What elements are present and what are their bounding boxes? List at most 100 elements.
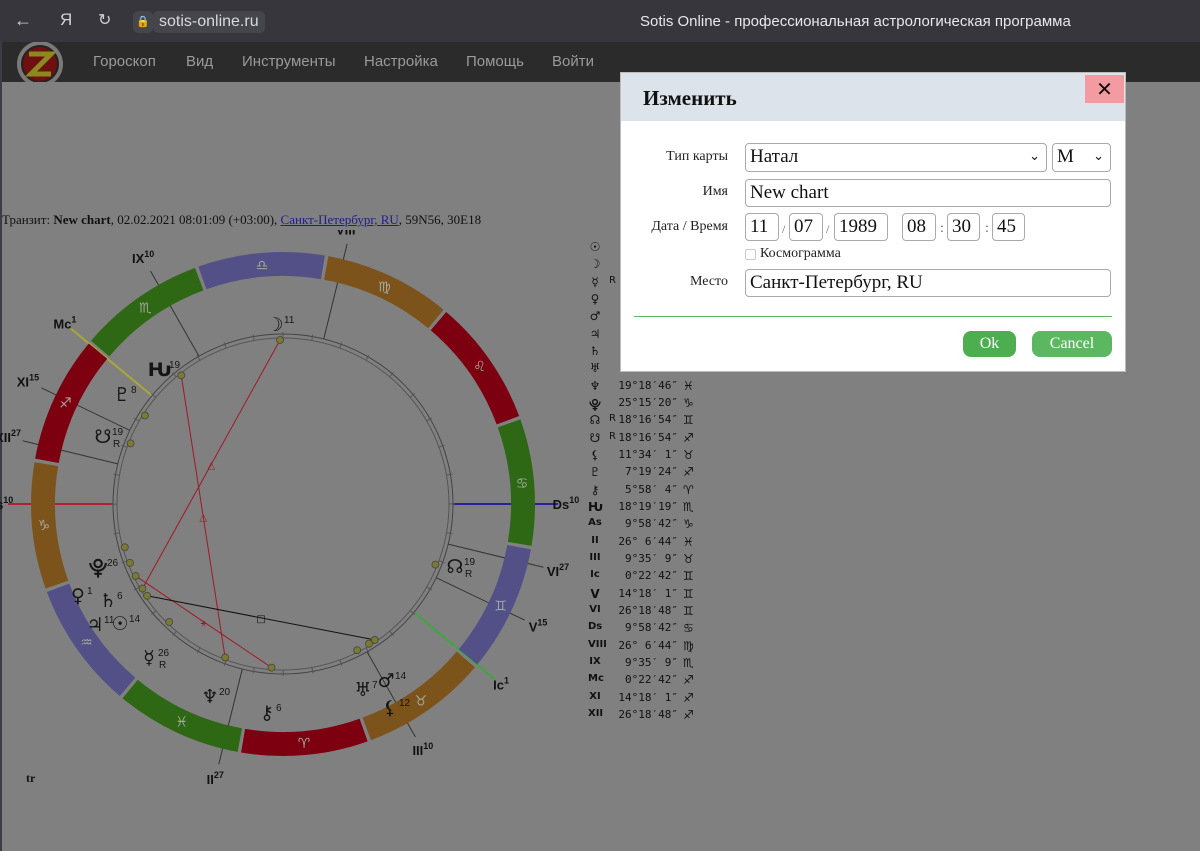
house-degree: 27 (11, 428, 21, 438)
sign-glyph: ♓ (683, 534, 694, 549)
position-glyph: ♇ (589, 465, 601, 480)
position-glyph: ♂ (589, 309, 601, 324)
hour-input[interactable]: 08 (902, 213, 936, 241)
position-value: 26°18′48″ (618, 707, 678, 721)
house-degree: 1 (71, 315, 76, 325)
zodiac-sign-glyph: ♍ (378, 279, 391, 295)
position-row: VIII 26° 6′44″ ♍ (588, 639, 718, 656)
house-label: VI27 (547, 562, 569, 579)
dialog-header: Изменить ✕ (621, 73, 1125, 121)
menu-tools[interactable]: Инструменты (242, 53, 336, 70)
year-input[interactable]: 1989 (834, 213, 888, 241)
dialog-divider (634, 316, 1112, 317)
position-glyph: As (588, 517, 602, 529)
sun-dot (143, 591, 151, 600)
position-glyph: ☊ (589, 413, 601, 428)
yandex-button[interactable]: Я (60, 10, 72, 30)
edit-dialog: Изменить ✕ Тип карты Натал ⌄ М ⌄ Имя New c… (620, 72, 1126, 372)
menu-help[interactable]: Помощь (466, 53, 524, 70)
close-icon[interactable]: ✕ (1085, 75, 1124, 103)
node-dot (431, 560, 440, 569)
proserpina-dot (141, 411, 149, 420)
position-value: 9°35′ 9″ (625, 551, 678, 565)
jupiter-degree: 11 (104, 615, 115, 626)
ok-button[interactable]: Ok (963, 331, 1016, 357)
zodiac-sign-glyph: ♒ (80, 635, 93, 651)
house-degree: 10 (3, 495, 13, 505)
mars-degree: 14 (395, 671, 407, 682)
degree-tick (121, 444, 128, 448)
zodiac-sign-glyph: ♈ (298, 736, 311, 752)
transit-datetime: , 02.02.2021 08:01:09 (+03:00), (110, 212, 281, 227)
zodiac-sign-glyph: ♉ (414, 694, 427, 710)
position-row: ♆ 19°18′46″ ♓ (588, 379, 718, 396)
name-input[interactable]: New chart (745, 179, 1111, 207)
degree-tick (339, 659, 343, 666)
reload-icon[interactable]: ↻ (98, 10, 111, 30)
date-separator: / (826, 222, 830, 236)
saturn-glyph: ♄ (99, 590, 116, 612)
address-bar[interactable]: sotis-online.ru (153, 11, 265, 33)
uranus-dot (353, 646, 362, 655)
position-row: ♇ 7°19′24″ ♐ (588, 465, 718, 482)
zodiac-sign-glyph: ♑ (38, 518, 51, 534)
position-glyph: ♄ (589, 343, 601, 358)
menu-horoscope[interactable]: Гороскоп (93, 53, 156, 70)
sign-glyph: ♏ (683, 499, 694, 514)
house-degree: 10 (569, 495, 579, 505)
south-node-dot (126, 439, 135, 448)
menu-view[interactable]: Вид (186, 53, 213, 70)
lock-icon[interactable]: 🔒 (133, 11, 153, 33)
cancel-button[interactable]: Cancel (1032, 331, 1112, 357)
position-row: VI 26°18′48″ ♊ (588, 604, 718, 621)
gender-select[interactable]: М ⌄ (1052, 143, 1111, 172)
minute-input[interactable]: 30 (947, 213, 980, 241)
cosmogram-label[interactable]: Космограмма (760, 246, 841, 262)
cosmogram-checkbox[interactable] (745, 249, 756, 260)
house-label: XI15 (17, 372, 39, 389)
transit-prefix: Транзит: (2, 212, 54, 227)
sign-glyph: ♋ (683, 621, 694, 636)
position-glyph: Ds (588, 621, 603, 633)
position-glyph: Ic (590, 569, 600, 581)
menu-login[interactable]: Войти (552, 53, 594, 70)
position-glyph: IX (589, 655, 601, 667)
sign-glyph: ♐ (683, 707, 694, 722)
sotis-logo[interactable] (16, 42, 64, 82)
degree-tick (223, 342, 227, 349)
natal-wheel[interactable]: As10II27III10Ic1V15VI27Ds10VIII27IX10Mc1… (0, 230, 585, 810)
chart-type-select[interactable]: Натал ⌄ (745, 143, 1047, 172)
sign-glyph: ♑ (683, 517, 694, 532)
mercury-retrograde: R (159, 660, 166, 671)
position-value: 7°19′24″ (625, 465, 678, 479)
zodiac-sign-glyph: ♋ (516, 476, 529, 492)
house-label: III10 (412, 741, 433, 758)
day-input[interactable]: 11 (745, 213, 779, 241)
position-row: Ƕ 18°19′19″ ♏ (588, 500, 718, 517)
second-input[interactable]: 45 (992, 213, 1025, 241)
place-input[interactable]: Санкт-Петербург, RU (745, 269, 1111, 297)
sun-degree: 14 (129, 614, 141, 625)
degree-tick (438, 444, 445, 448)
moon-glyph: ☽ (266, 314, 283, 336)
proserpina-glyph: ♇ (113, 384, 130, 406)
position-glyph: ♅ (589, 361, 601, 376)
chiron-dot (267, 663, 276, 672)
sign-glyph: ♊ (683, 569, 694, 584)
position-row: XI 14°18′ 1″ ♐ (588, 691, 718, 708)
menu-settings[interactable]: Настройка (364, 53, 438, 70)
position-value: 0°22′42″ (625, 569, 678, 583)
house-label: II27 (207, 770, 224, 787)
sign-glyph: ♐ (683, 430, 694, 445)
time-separator: : (985, 221, 989, 236)
back-arrow-icon[interactable]: ← (14, 10, 32, 31)
position-row: II 26° 6′44″ ♓ (588, 535, 718, 552)
month-input[interactable]: 07 (789, 213, 823, 241)
position-glyph: ☽ (589, 257, 601, 272)
transit-info: Транзит: New chart, 02.02.2021 08:01:09 … (2, 212, 481, 228)
position-value: 18°16′54″ (618, 430, 678, 444)
lilith-dot (365, 639, 373, 648)
position-value: 5°58′ 4″ (625, 482, 678, 496)
transit-place-link[interactable]: Санкт-Петербург, RU (281, 212, 399, 227)
position-row: ☋ R 18°16′54″ ♐ (588, 431, 718, 448)
